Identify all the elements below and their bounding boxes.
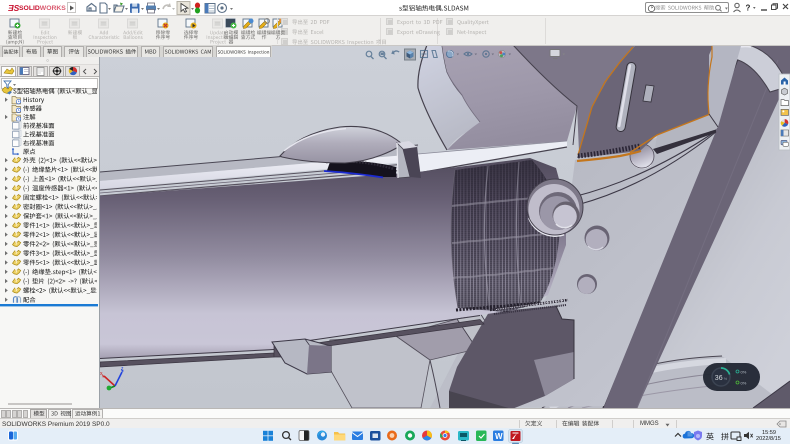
svg-text:0%: 0% bbox=[741, 381, 747, 386]
svg-text:W: W bbox=[495, 432, 503, 441]
svg-text:?: ? bbox=[746, 4, 751, 13]
svg-text:%: % bbox=[724, 377, 728, 381]
svg-text:0%: 0% bbox=[741, 370, 747, 375]
svg-text:36: 36 bbox=[715, 375, 723, 382]
